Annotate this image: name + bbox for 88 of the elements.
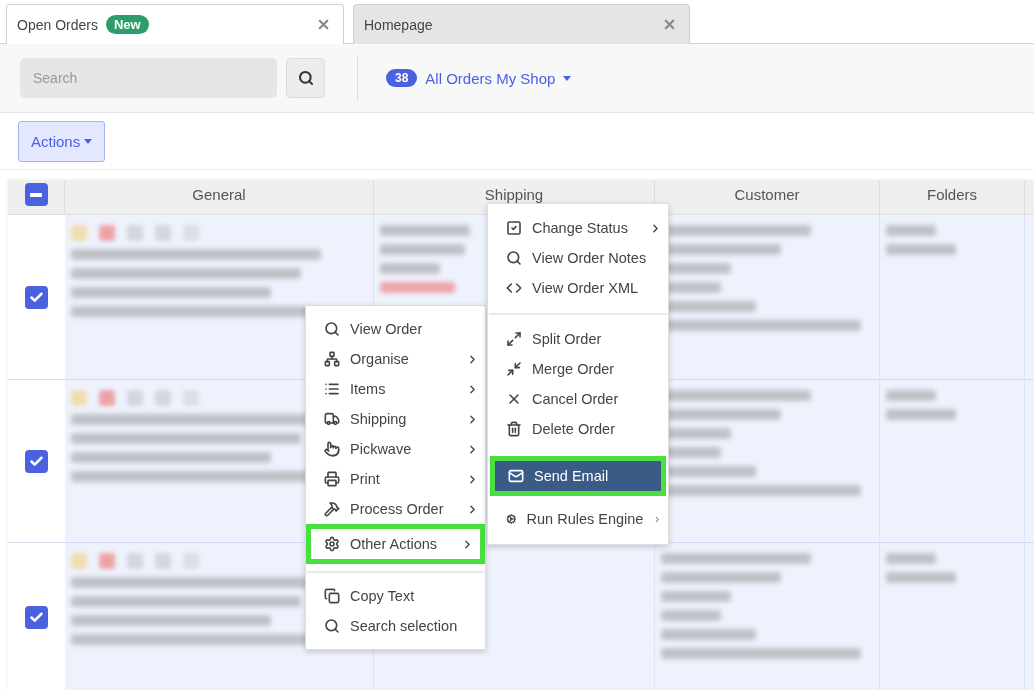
printer-icon	[324, 471, 340, 487]
menu-item[interactable]: Change Status	[488, 213, 668, 243]
new-badge: New	[105, 15, 149, 34]
row-checkbox[interactable]	[25, 285, 48, 309]
blurred-icon	[71, 225, 87, 241]
menu-item[interactable]: Items	[306, 374, 485, 404]
select-all-checkbox[interactable]	[24, 183, 48, 206]
blurred-icon	[155, 390, 171, 406]
list-icon	[324, 381, 340, 397]
blurred-text	[886, 553, 936, 564]
trash-icon	[506, 421, 522, 437]
view-label: All Orders My Shop	[425, 69, 556, 87]
copy-icon	[324, 588, 340, 604]
blurred-icon	[99, 390, 115, 406]
blurred-text	[886, 225, 936, 236]
column-header: Customer	[655, 181, 880, 215]
blurred-text	[661, 610, 721, 621]
search-icon	[324, 321, 340, 337]
blurred-text	[886, 390, 936, 401]
search-icon	[506, 250, 522, 266]
search-icon	[297, 70, 314, 86]
hand-icon	[324, 441, 340, 457]
close-icon[interactable]	[662, 17, 677, 32]
view-dropdown[interactable]: 38 All Orders My Shop	[386, 69, 572, 87]
search-button[interactable]	[286, 58, 325, 98]
caret-icon	[84, 138, 93, 144]
menu-item[interactable]: Cancel Order	[488, 384, 668, 414]
tab-label: Open Orders	[17, 16, 98, 33]
code-icon	[506, 280, 522, 296]
menu-item[interactable]: View Order XML	[488, 273, 668, 303]
menu-item[interactable]: Send Email	[495, 461, 661, 491]
blurred-icon	[183, 553, 199, 569]
blurred-icon	[155, 553, 171, 569]
hammer-icon	[324, 501, 340, 517]
tab[interactable]: Open Orders New	[6, 4, 344, 44]
menu-item[interactable]: Shipping	[306, 404, 485, 434]
blurred-text	[886, 572, 956, 583]
menu-item[interactable]: View Order	[306, 314, 485, 344]
menu-item[interactable]: Search selection	[306, 611, 485, 641]
cogs-icon	[506, 511, 517, 527]
close-icon	[506, 391, 522, 407]
blurred-icon	[155, 225, 171, 241]
check-icon	[29, 453, 44, 469]
blurred-text	[661, 591, 731, 602]
blurred-text	[886, 244, 956, 255]
blurred-icon	[71, 553, 87, 569]
blurred-icon	[99, 225, 115, 241]
menu-item[interactable]: Split Order	[488, 324, 668, 354]
blurred-icon	[127, 553, 143, 569]
blurred-icon	[127, 225, 143, 241]
search-field[interactable]: Search	[20, 58, 277, 98]
menu-item[interactable]: Organise	[306, 344, 485, 374]
minus-icon	[30, 192, 42, 197]
tab[interactable]: Homepage	[353, 4, 690, 44]
menu-item[interactable]: Merge Order	[488, 354, 668, 384]
blurred-icon	[183, 390, 199, 406]
check-icon	[29, 289, 44, 305]
mail-icon	[508, 468, 524, 484]
column-header: Folders	[880, 181, 1025, 215]
column-header: General	[65, 181, 374, 215]
truck-icon	[324, 411, 340, 427]
hierarchy-icon	[324, 351, 340, 367]
blurred-text	[380, 263, 440, 274]
menu-item[interactable]: Delete Order	[488, 414, 668, 444]
menu-item[interactable]: View Order Notes	[488, 243, 668, 273]
menu-item[interactable]: Run Rules Engine	[488, 504, 668, 534]
checkbox-icon	[506, 220, 522, 236]
menu-item[interactable]: Pickwave	[306, 434, 485, 464]
blurred-icon	[127, 390, 143, 406]
search-icon	[324, 618, 340, 634]
check-icon	[29, 610, 44, 625]
blurred-icon	[99, 553, 115, 569]
close-icon[interactable]	[316, 17, 331, 32]
blurred-icon	[183, 225, 199, 241]
blurred-icon	[71, 390, 87, 406]
row-checkbox[interactable]	[25, 449, 48, 473]
count-badge: 38	[386, 69, 418, 87]
menu-item[interactable]: Copy Text	[306, 581, 485, 611]
expand-icon	[506, 331, 522, 347]
row-checkbox[interactable]	[25, 606, 48, 629]
blurred-text	[886, 409, 956, 420]
collapse-icon	[506, 361, 522, 377]
settings-icon	[324, 536, 340, 552]
caret-icon	[563, 75, 572, 81]
menu-item[interactable]: Print	[306, 464, 485, 494]
actions-button[interactable]: Actions	[18, 120, 106, 162]
menu-item[interactable]: Process Order	[306, 494, 485, 524]
tab-label: Homepage	[364, 16, 433, 33]
